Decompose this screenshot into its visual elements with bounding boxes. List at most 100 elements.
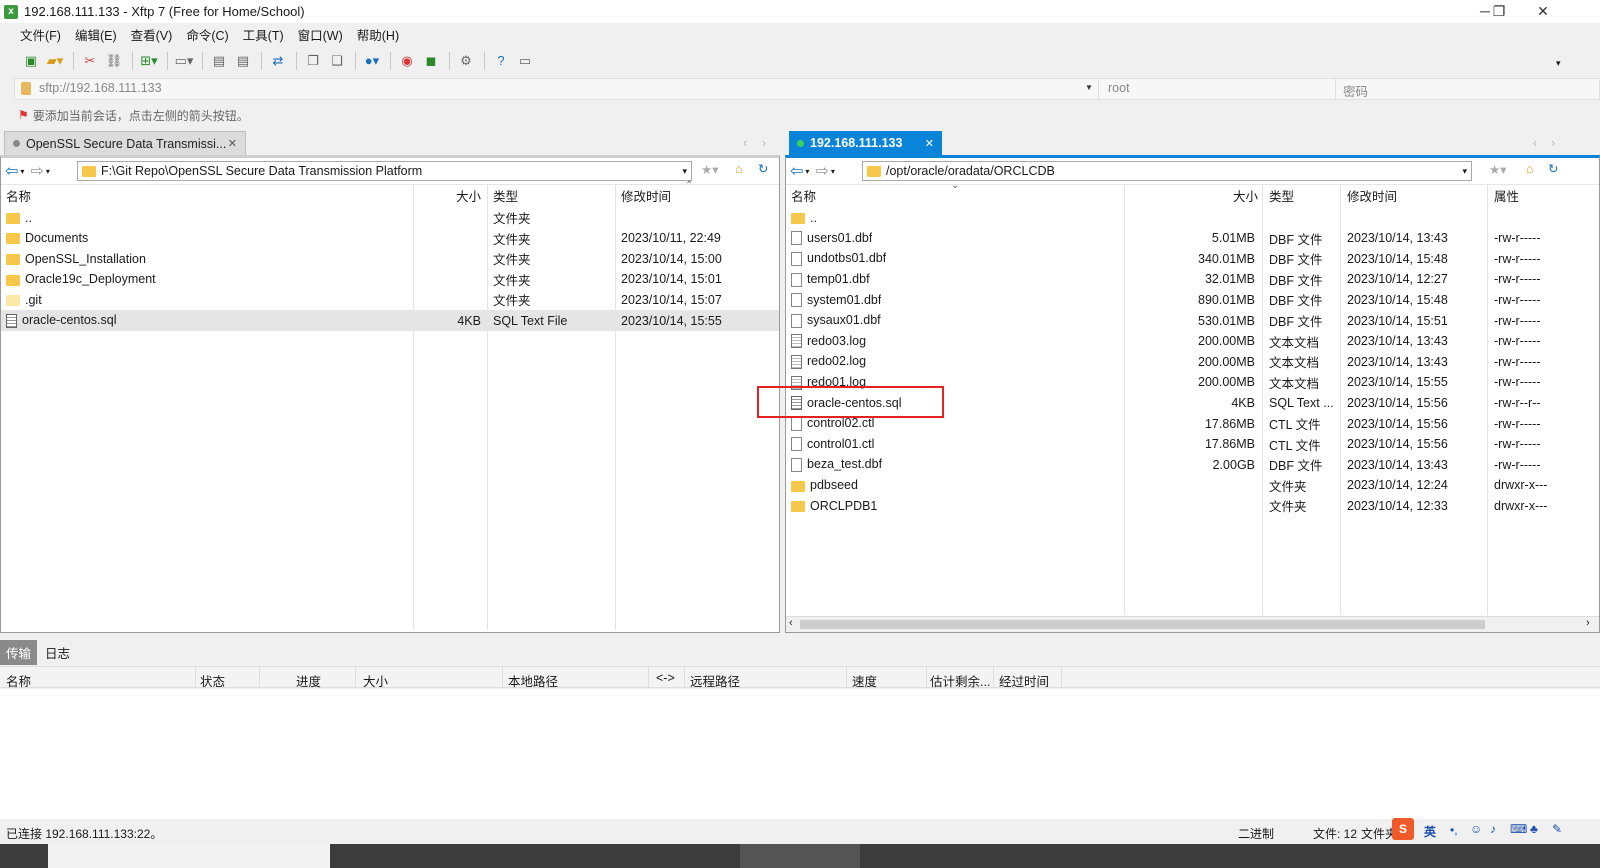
transfer-col-direction[interactable]: <-> [656, 671, 675, 685]
file-row[interactable]: system01.dbf 890.01MB DBF 文件 2023/10/14, 15… [786, 289, 1586, 310]
tab-transfers[interactable]: 传输 [0, 640, 38, 665]
host-dropdown-icon[interactable]: ▼ [1085, 83, 1093, 92]
col-header-modified[interactable]: 修改时间 [621, 185, 671, 206]
file-row[interactable]: .git 文件夹 2023/10/14, 15:07 [1, 289, 779, 310]
transfer-col-size[interactable]: 大小 [363, 671, 388, 690]
username-input[interactable]: root [1108, 81, 1130, 95]
ime-language[interactable]: 英 [1424, 823, 1436, 840]
globe-icon[interactable]: ●▾ [361, 51, 383, 71]
file-row[interactable]: .. [786, 207, 1586, 228]
tab-remote[interactable]: 192.168.111.133 ✕ [789, 131, 942, 155]
home-folder-icon[interactable]: ⌂ [1526, 162, 1534, 176]
tab-scroll-right-icon[interactable]: › [762, 136, 766, 150]
menu-edit[interactable]: 编辑(E) [75, 25, 117, 44]
file-row[interactable]: .. 文件夹 [1, 207, 779, 228]
col-header-size[interactable]: 大小 [456, 185, 481, 206]
chevron-down-icon[interactable]: ▾ [46, 167, 50, 176]
punctuation-icon[interactable]: •, [1450, 823, 1458, 837]
maximize-button[interactable]: ❐ [1476, 0, 1522, 23]
scroll-right-icon[interactable]: › [1586, 617, 1590, 629]
tab-log[interactable]: 日志 [37, 640, 78, 665]
transfer-col-eta[interactable]: 估计剩余... [930, 671, 990, 690]
menu-window[interactable]: 窗口(W) [298, 25, 343, 44]
col-header-attributes[interactable]: 属性 [1494, 185, 1519, 206]
transfer-col-progress[interactable]: 进度 [296, 671, 321, 690]
doc-copy-icon[interactable]: ▤ [232, 51, 254, 71]
back-icon[interactable]: ⇦ [5, 161, 18, 181]
tab-scroll-right-icon[interactable]: › [1551, 136, 1555, 150]
tab-scroll-left-icon[interactable]: ‹ [1533, 136, 1537, 150]
taskbar-item[interactable] [48, 844, 330, 868]
tab-local[interactable]: OpenSSL Secure Data Transmissi... ✕ [4, 131, 246, 155]
transfer-mode[interactable]: 二进制 [1238, 825, 1274, 842]
disconnect-icon[interactable]: ✂ [79, 51, 101, 71]
chevron-down-icon[interactable]: ▾ [682, 166, 687, 177]
chat-icon[interactable]: ▭ [514, 51, 536, 71]
tools-icon[interactable]: ✎ [1552, 822, 1562, 836]
taskbar-item[interactable] [740, 844, 860, 868]
file-row[interactable]: undotbs01.dbf 340.01MB DBF 文件 2023/10/14, 1… [786, 248, 1586, 269]
open-folder-icon[interactable]: ▰▾ [44, 51, 66, 71]
toolbar-overflow-icon[interactable]: ▾ [1556, 58, 1561, 69]
file-row[interactable]: Oracle19c_Deployment 文件夹 2023/10/14, 15:01 [1, 269, 779, 290]
col-header-modified[interactable]: 修改时间 [1347, 185, 1397, 206]
reconnect-icon[interactable]: ⛓ [103, 51, 125, 71]
paste-icon[interactable]: ❑ [326, 51, 348, 71]
file-row[interactable]: beza_test.dbf 2.00GB DBF 文件 2023/10/14, 13:… [786, 454, 1586, 475]
forward-icon[interactable]: ⇨ [30, 161, 43, 181]
new-tab-icon[interactable]: ⊞▾ [138, 51, 160, 71]
skin-icon[interactable]: ♣ [1530, 822, 1538, 836]
flag-icon[interactable]: ⚑ [18, 108, 29, 122]
refresh-icon[interactable]: ↻ [1548, 161, 1558, 176]
xshell-icon[interactable]: ◉ [396, 51, 418, 71]
close-icon[interactable]: ✕ [925, 137, 934, 150]
file-row[interactable]: pdbseed 文件夹 2023/10/14, 12:24 drwxr-x--- [786, 475, 1586, 496]
file-row[interactable]: sysaux01.dbf 530.01MB DBF 文件 2023/10/14, 15… [786, 310, 1586, 331]
transfer-col-name[interactable]: 名称 [6, 671, 31, 690]
sogou-ime-icon[interactable]: S [1392, 818, 1414, 840]
chevron-down-icon[interactable]: ▾ [831, 167, 835, 176]
col-header-type[interactable]: 类型 [493, 185, 518, 206]
help-icon[interactable]: ? [490, 51, 512, 71]
file-row[interactable]: temp01.dbf 32.01MB DBF 文件 2023/10/14, 12:27… [786, 269, 1586, 290]
close-icon[interactable]: ✕ [228, 137, 237, 150]
file-row[interactable]: ORCLPDB1 文件夹 2023/10/14, 12:33 drwxr-x--- [786, 495, 1586, 516]
remote-path-input[interactable]: /opt/oracle/oradata/ORCLCDB ▾ [862, 161, 1472, 181]
col-header-name[interactable]: 名称 [6, 185, 31, 206]
password-input[interactable]: 密码 [1343, 81, 1368, 100]
scrollbar-thumb[interactable] [800, 620, 1485, 629]
back-icon[interactable]: ⇦ [790, 161, 803, 181]
menu-help[interactable]: 帮助(H) [357, 25, 399, 44]
file-row[interactable]: OpenSSL_Installation 文件夹 2023/10/14, 15:00 [1, 248, 779, 269]
host-input[interactable]: sftp://192.168.111.133 [39, 81, 162, 95]
copy-icon[interactable]: ❐ [302, 51, 324, 71]
chevron-down-icon[interactable]: ▾ [1462, 166, 1467, 177]
keyboard-icon[interactable]: ⌨ [1510, 822, 1527, 836]
transfer-col-elapsed[interactable]: 经过时间 [999, 671, 1049, 690]
forward-icon[interactable]: ⇨ [815, 161, 828, 181]
col-header-name[interactable]: 名称 [791, 185, 816, 206]
star-icon[interactable]: ★▾ [701, 162, 718, 177]
file-row[interactable]: redo02.log 200.00MB 文本文档 2023/10/14, 13:43 -… [786, 351, 1586, 372]
home-folder-icon[interactable]: ⌂ [735, 162, 743, 176]
scroll-left-icon[interactable]: ‹ [789, 617, 793, 629]
menu-tools[interactable]: 工具(T) [243, 25, 284, 44]
tab-scroll-left-icon[interactable]: ‹ [743, 136, 747, 150]
refresh-icon[interactable]: ↻ [758, 161, 768, 176]
menu-view[interactable]: 查看(V) [131, 25, 173, 44]
close-button[interactable]: ✕ [1520, 0, 1566, 23]
chevron-down-icon[interactable]: ▾ [20, 167, 24, 176]
file-row[interactable]: users01.dbf 5.01MB DBF 文件 2023/10/14, 13:43… [786, 228, 1586, 249]
menu-file[interactable]: 文件(F) [20, 25, 61, 44]
local-path-input[interactable]: F:\Git Repo\OpenSSL Secure Data Transmis… [77, 161, 692, 181]
col-header-type[interactable]: 类型 [1269, 185, 1294, 206]
transfer-col-remote-path[interactable]: 远程路径 [690, 671, 740, 690]
sync-icon[interactable]: ⇄ [267, 51, 289, 71]
transfer-col-speed[interactable]: 速度 [852, 671, 877, 690]
xftp-icon[interactable]: ◼ [420, 51, 442, 71]
transfer-col-status[interactable]: 状态 [200, 671, 225, 690]
gear-icon[interactable]: ⚙ [455, 51, 477, 71]
transfer-col-local-path[interactable]: 本地路径 [508, 671, 558, 690]
horizontal-scrollbar[interactable]: ‹ › [786, 616, 1599, 632]
file-row[interactable]: oracle-centos.sql 4KB SQL Text File 2023/10… [1, 310, 779, 331]
